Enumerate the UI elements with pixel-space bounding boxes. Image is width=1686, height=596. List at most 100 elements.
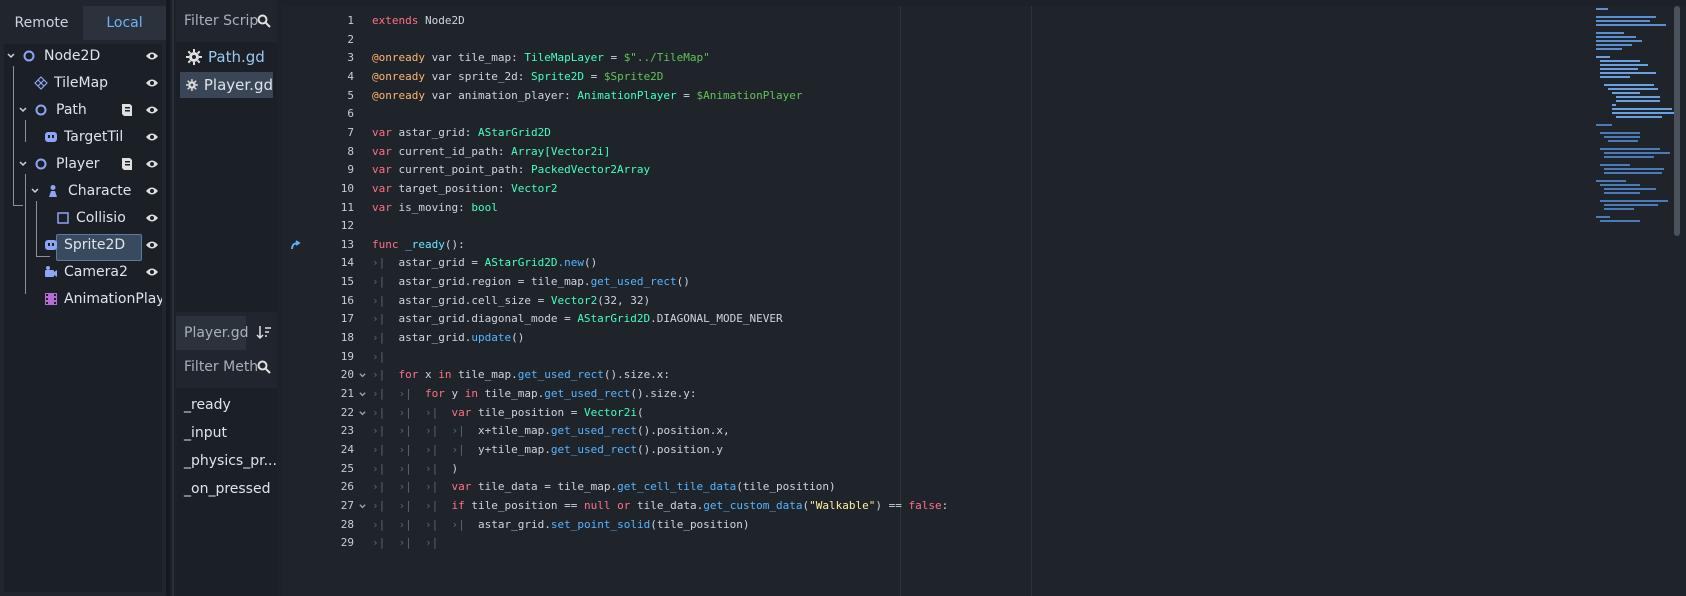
gear-icon [186, 79, 198, 91]
editor-scrollbar[interactable] [1674, 6, 1680, 236]
line-number: 15 [340, 275, 354, 289]
code-line[interactable]: 7 var astar_grid: AStarGrid2D [282, 123, 1582, 143]
code-line[interactable]: 17 ›| astar_grid.diagonal_mode = AStarGri… [282, 309, 1582, 329]
code-line[interactable]: 8 var current_id_path: Array[Vector2i] [282, 142, 1582, 162]
line-number: 13 [340, 237, 354, 251]
code-text: var current_point_path: PackedVector2Arr… [372, 163, 651, 177]
code-text: ›| ›| for y in tile_map.get_used_rect().… [372, 387, 697, 400]
fold-arrow-icon[interactable] [358, 371, 367, 380]
code-line[interactable]: 21 ›| ›| for y in tile_map.get_used_rect(… [282, 384, 1582, 404]
node-label: Player [56, 156, 100, 172]
chevron-down-icon[interactable] [6, 51, 16, 61]
code-line[interactable]: 25 ›| ›| ›| ) [282, 459, 1582, 479]
animation-icon [45, 293, 57, 305]
visibility-eye-icon[interactable] [144, 129, 160, 145]
fold-arrow-icon[interactable] [358, 390, 367, 399]
code-line[interactable]: 22 ›| ›| ›| var tile_position = Vector2i( [282, 403, 1582, 423]
tree-node-node2d[interactable]: Node2D [6, 44, 100, 68]
search-icon [257, 360, 271, 374]
code-line[interactable]: 23 ›| ›| ›| ›| x+tile_map.get_used_rect()… [282, 421, 1582, 441]
code-line[interactable]: 27 ›| ›| ›| if tile_position == null or t… [282, 496, 1582, 516]
code-line[interactable]: 11 var is_moving: bool [282, 198, 1582, 218]
visibility-eye-icon[interactable] [144, 156, 160, 172]
visibility-eye-icon[interactable] [144, 102, 160, 118]
tree-node-character[interactable]: Characte [30, 179, 131, 203]
code-text: ›| for x in tile_map.get_used_rect().siz… [372, 368, 671, 382]
tab-local[interactable]: Local [83, 6, 166, 40]
search-icon [257, 14, 271, 28]
filter-scripts-input[interactable]: Filter Scrip [176, 4, 277, 38]
tree-node-animationplayer[interactable]: AnimationPlay [44, 287, 162, 311]
code-line[interactable]: 4 @onready var sprite_2d: Sprite2D = $Spr… [282, 67, 1582, 87]
code-line[interactable]: 26 ›| ›| ›| var tile_data = tile_map.get_… [282, 477, 1582, 497]
current-script-label: Player.gd [184, 325, 249, 341]
code-line[interactable]: 13 func _ready(): [282, 235, 1582, 255]
sort-icon[interactable] [256, 324, 272, 340]
line-number: 19 [340, 349, 354, 363]
code-line[interactable]: 29 ›| ›| ›| [282, 533, 1582, 553]
method-item[interactable]: _physics_pr... [184, 453, 277, 469]
script-label: Path.gd [208, 48, 265, 66]
override-method-icon[interactable] [290, 239, 302, 251]
tree-node-player[interactable]: Player [6, 152, 100, 176]
code-line[interactable]: 2 [282, 30, 1582, 50]
chevron-down-icon[interactable] [18, 105, 28, 115]
code-line[interactable]: 19 ›| [282, 347, 1582, 367]
visibility-eye-icon[interactable] [144, 264, 160, 280]
code-line[interactable]: 24 ›| ›| ›| ›| y+tile_map.get_used_rect()… [282, 440, 1582, 460]
chevron-down-icon[interactable] [30, 186, 40, 196]
code-line[interactable]: 15 ›| astar_grid.region = tile_map.get_us… [282, 272, 1582, 292]
chevron-down-icon[interactable] [18, 159, 28, 169]
script-icon[interactable] [120, 156, 134, 172]
tab-remote[interactable]: Remote [0, 6, 83, 40]
code-line[interactable]: 3 @onready var tile_map: TileMapLayer = $… [282, 48, 1582, 68]
code-line[interactable]: 10 var target_position: Vector2 [282, 179, 1582, 199]
tree-node-camera2d[interactable]: Camera2 [44, 260, 128, 284]
line-number: 5 [347, 88, 354, 102]
visibility-eye-icon[interactable] [144, 75, 160, 91]
visibility-eye-icon[interactable] [144, 48, 160, 64]
code-line[interactable]: 14 ›| astar_grid = AStarGrid2D.new() [282, 253, 1582, 273]
code-line[interactable]: 6 [282, 104, 1582, 124]
filter-methods-input[interactable]: Filter Meth [176, 350, 277, 384]
visibility-eye-icon[interactable] [144, 237, 160, 253]
gear-icon [186, 49, 202, 65]
script-icon[interactable] [120, 102, 134, 118]
tree-node-collision[interactable]: Collisio [56, 206, 126, 230]
dock-separator[interactable] [166, 0, 170, 596]
visibility-eye-icon[interactable] [144, 210, 160, 226]
code-editor[interactable]: 1 extends Node2D 2 3 @onready var tile_map: … [282, 6, 1686, 596]
code-line[interactable]: 20 ›| for x in tile_map.get_used_rect().s… [282, 365, 1582, 385]
method-list: _ready _input _physics_pr... _on_pressed [176, 388, 277, 596]
script-item-player[interactable]: Player.gd [180, 72, 273, 98]
code-line[interactable]: 1 extends Node2D [282, 11, 1582, 31]
method-item[interactable]: _on_pressed [184, 481, 270, 497]
method-item[interactable]: _ready [184, 397, 231, 413]
code-line[interactable]: 28 ›| ›| ›| ›| astar_grid.set_point_solid… [282, 515, 1582, 535]
fold-arrow-icon[interactable] [358, 409, 367, 418]
filter-scripts-placeholder: Filter Scrip [184, 13, 259, 29]
line-number: 23 [340, 424, 354, 438]
node-label: Collisio [76, 210, 126, 226]
script-item-path[interactable]: Path.gd [180, 44, 273, 70]
code-line[interactable]: 16 ›| astar_grid.cell_size = Vector2(32, … [282, 291, 1582, 311]
tree-node-targettil[interactable]: TargetTil [44, 125, 123, 149]
code-line[interactable]: 9 var current_point_path: PackedVector2Ar… [282, 160, 1582, 180]
code-line[interactable]: 18 ›| astar_grid.update() [282, 328, 1582, 348]
code-text: ›| ›| ›| [372, 536, 452, 550]
code-minimap[interactable] [1596, 6, 1674, 236]
tree-node-tilemap[interactable]: TileMap [34, 71, 108, 95]
tree-node-path[interactable]: Path [18, 98, 87, 122]
code-line[interactable]: 5 @onready var animation_player: Animatio… [282, 86, 1582, 106]
code-text: ›| astar_grid.region = tile_map.get_used… [372, 275, 690, 289]
scene-tree[interactable]: Node2D TileMap Path TargetTil Player Cha… [4, 44, 162, 592]
method-item[interactable]: _input [184, 425, 227, 441]
dock-separator[interactable] [172, 0, 174, 596]
collision-icon [57, 212, 69, 224]
node-label: Path [56, 102, 87, 118]
visibility-eye-icon[interactable] [144, 183, 160, 199]
node-label: Node2D [44, 48, 101, 64]
code-line[interactable]: 12 [282, 216, 1582, 236]
fold-arrow-icon[interactable] [358, 502, 367, 511]
tree-node-sprite2d[interactable]: Sprite2D [44, 233, 125, 257]
